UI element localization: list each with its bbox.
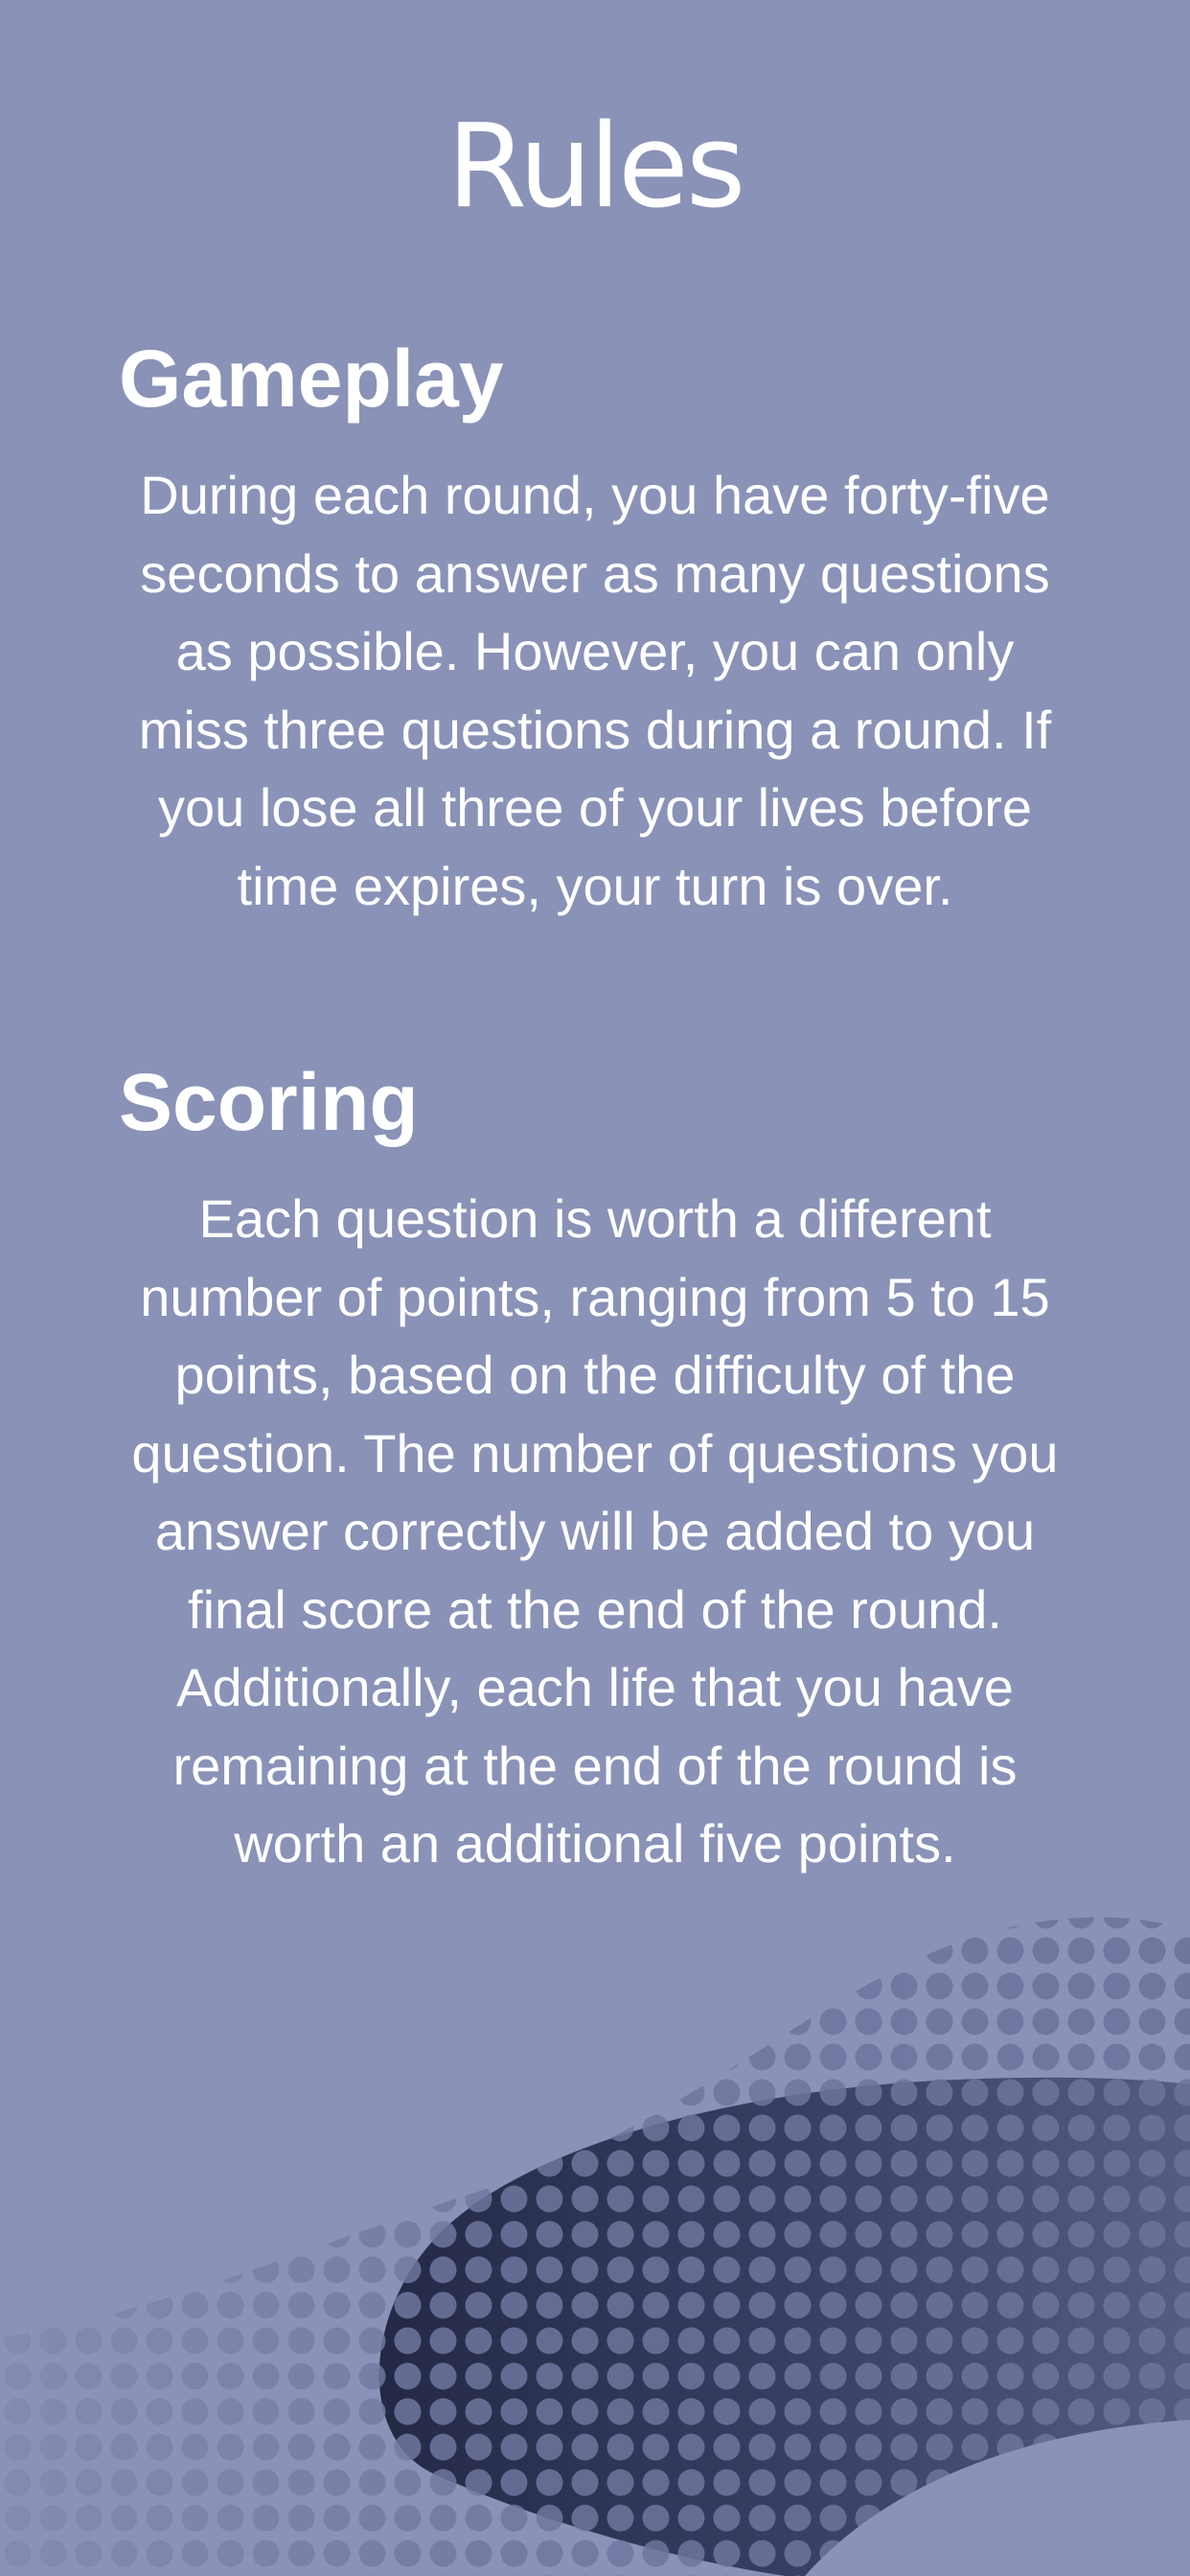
scoring-text: Each question is worth a different numbe… xyxy=(131,1188,1059,1874)
gameplay-heading: Gameplay xyxy=(119,334,504,424)
gameplay-text: During each round, you have forty-five s… xyxy=(138,465,1052,916)
page-title: Rules xyxy=(446,101,746,234)
decorative-halftone-wave xyxy=(0,1917,1190,2576)
rules-screen: Rules Gameplay During each round, you ha… xyxy=(0,0,1190,2576)
scoring-heading: Scoring xyxy=(119,1057,419,1147)
